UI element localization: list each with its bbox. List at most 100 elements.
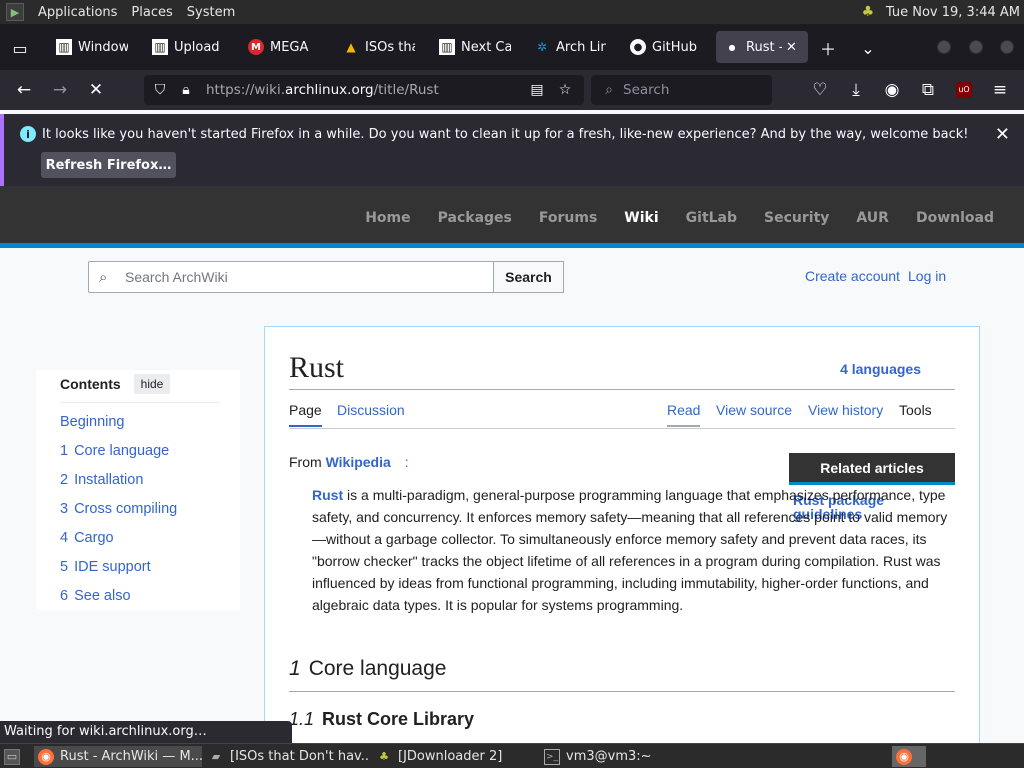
toc-item-beginning[interactable]: Beginning <box>60 414 125 430</box>
tab-view-history[interactable]: View history <box>808 402 883 418</box>
menu-applications[interactable]: Applications <box>38 5 117 20</box>
archwiki-icon: ▥ <box>439 39 455 55</box>
section-divider <box>289 691 955 692</box>
tab-github[interactable]: ● GitHub <box>630 31 702 63</box>
toc-hide-button[interactable]: hide <box>134 374 170 394</box>
nav-home[interactable]: Home <box>365 210 410 226</box>
account-icon[interactable]: ◉ <box>879 78 905 102</box>
url-bar[interactable]: ⛉ 🔒︎ https://wiki.archlinux.org/title/Ru… <box>144 75 584 105</box>
refresh-firefox-button[interactable]: Refresh Firefox… <box>41 152 176 178</box>
workspace-switcher-icon[interactable]: ◉ <box>892 746 926 767</box>
maximize-window-icon[interactable] <box>969 40 983 54</box>
menu-places[interactable]: Places <box>131 5 172 20</box>
close-window-icon[interactable] <box>1000 40 1014 54</box>
mega-icon: M <box>248 39 264 55</box>
jdownloader-icon: ♣ <box>379 750 389 763</box>
search-engine-icon[interactable]: ⌕ <box>599 81 619 99</box>
list-tabs-chevron-icon[interactable]: ⌄ <box>856 37 880 59</box>
back-arrow-icon[interactable]: ← <box>11 78 37 102</box>
stop-loading-icon[interactable]: ✕ <box>83 78 109 102</box>
firefox-icon: ◉ <box>38 748 54 765</box>
toc-divider <box>60 402 220 403</box>
article-content: Rust 4 languages Page Discussion Read Vi… <box>264 326 980 756</box>
show-desktop-icon[interactable]: ▭ <box>0 746 26 767</box>
extensions-icon[interactable]: ⧉ <box>915 78 941 102</box>
tab-view-source[interactable]: View source <box>716 402 792 418</box>
task-firefox[interactable]: ◉ Rust - ArchWiki — M... <box>34 746 202 767</box>
refresh-firefox-notification: i It looks like you haven't started Fire… <box>0 114 1024 186</box>
tab-window[interactable]: ▥ Window <box>56 31 128 63</box>
toc-item-see-also[interactable]: 6 See also <box>60 588 131 604</box>
url-text[interactable]: https://wiki.archlinux.org/title/Rust <box>206 82 439 98</box>
arch-header: Home Packages Forums Wiki GitLab Securit… <box>0 186 1024 248</box>
loading-dot-icon: ● <box>728 42 736 52</box>
tab-rust-active[interactable]: ● Rust - ✕ <box>716 31 808 63</box>
rust-wikipedia-link[interactable]: Rust <box>312 487 343 503</box>
table-of-contents: Contents hide Beginning 1 Core language 2… <box>36 370 240 610</box>
terminal-logo-icon[interactable]: ▶ <box>6 3 24 21</box>
nav-wiki[interactable]: Wiki <box>624 210 658 226</box>
notification-message: It looks like you haven't started Firefo… <box>42 127 969 142</box>
forward-arrow-icon[interactable]: → <box>47 78 73 102</box>
arch-main-nav: Home Packages Forums Wiki GitLab Securit… <box>338 210 994 226</box>
tab-next[interactable]: ▥ Next Ca <box>439 31 511 63</box>
toc-item-cargo[interactable]: 4 Cargo <box>60 530 114 546</box>
downloads-icon[interactable]: ⤓ <box>843 78 869 102</box>
tab-isos[interactable]: ▲ ISOs tha <box>343 31 415 63</box>
new-tab-icon[interactable]: ＋ <box>816 37 840 59</box>
from-wikipedia: From Wikipedia: <box>289 454 409 470</box>
nav-gitlab[interactable]: GitLab <box>686 210 737 226</box>
nav-aur[interactable]: AUR <box>856 210 889 226</box>
close-notification-icon[interactable]: ✕ <box>995 124 1010 145</box>
nav-security[interactable]: Security <box>764 210 829 226</box>
tab-manager-icon[interactable]: ▭ <box>8 37 32 59</box>
lock-icon[interactable]: 🔒︎ <box>176 81 196 99</box>
google-drive-icon: ▲ <box>346 40 356 54</box>
tab-page[interactable]: Page <box>289 402 322 427</box>
pocket-icon[interactable]: ♡ <box>807 78 833 102</box>
section-heading-core-language: 1 Core language <box>289 657 447 680</box>
minimize-window-icon[interactable] <box>937 40 951 54</box>
tab-discussion[interactable]: Discussion <box>337 402 405 418</box>
title-divider <box>289 389 955 390</box>
search-icon: ⌕ <box>99 268 108 286</box>
tracking-shield-icon[interactable]: ⛉ <box>150 81 170 99</box>
ublock-icon[interactable]: uO <box>951 78 977 102</box>
task-jdownloader[interactable]: ♣ [JDownloader 2] <box>372 746 538 767</box>
tab-upload[interactable]: ▥ Upload <box>152 31 224 63</box>
login-link[interactable]: Log in <box>908 268 946 284</box>
tab-arch-linux[interactable]: ✲ Arch Lin <box>534 31 606 63</box>
wikipedia-link[interactable]: Wikipedia <box>326 454 391 470</box>
task-terminal[interactable]: >_ vm3@vm3:~ <box>540 746 706 767</box>
toc-item-installation[interactable]: 2 Installation <box>60 472 143 488</box>
folder-icon: ▰ <box>211 750 221 763</box>
wiki-search-input[interactable]: ⌕ Search ArchWiki <box>88 261 494 293</box>
nav-packages[interactable]: Packages <box>438 210 512 226</box>
info-icon: i <box>20 126 36 142</box>
clock[interactable]: Tue Nov 19, 3:44 AM <box>886 5 1020 20</box>
bookmark-star-icon[interactable]: ☆ <box>555 81 575 99</box>
arch-icon: ✲ <box>536 40 548 54</box>
close-tab-icon[interactable]: ✕ <box>786 40 797 55</box>
toc-item-core-language[interactable]: 1 Core language <box>60 443 169 459</box>
create-account-link[interactable]: Create account <box>805 268 900 284</box>
nav-forums[interactable]: Forums <box>539 210 597 226</box>
tab-tools[interactable]: Tools <box>899 402 932 418</box>
jdownloader-tray-icon[interactable]: ♣ <box>858 3 878 21</box>
menu-system[interactable]: System <box>187 5 235 20</box>
toc-heading: Contents <box>60 376 121 392</box>
wiki-search-button[interactable]: Search <box>493 261 564 293</box>
nav-download[interactable]: Download <box>916 210 994 226</box>
lead-paragraph: Rust is a multi-paradigm, general-purpos… <box>312 487 948 613</box>
reader-view-icon[interactable]: ▤ <box>527 81 547 99</box>
tabs-divider <box>289 428 955 429</box>
system-top-panel: ▶ Applications Places System ♣ Tue Nov 1… <box>0 0 1024 24</box>
menu-hamburger-icon[interactable]: ≡ <box>987 78 1013 102</box>
search-bar[interactable]: ⌕ Search <box>591 75 772 105</box>
languages-button[interactable]: 4 languages <box>840 361 921 377</box>
task-isos-folder[interactable]: ▰ [ISOs that Don't hav... <box>204 746 370 767</box>
tab-mega[interactable]: M MEGA <box>248 31 320 63</box>
toc-item-cross-compiling[interactable]: 3 Cross compiling <box>60 501 177 517</box>
toc-item-ide-support[interactable]: 5 IDE support <box>60 559 151 575</box>
tab-read[interactable]: Read <box>667 402 701 427</box>
